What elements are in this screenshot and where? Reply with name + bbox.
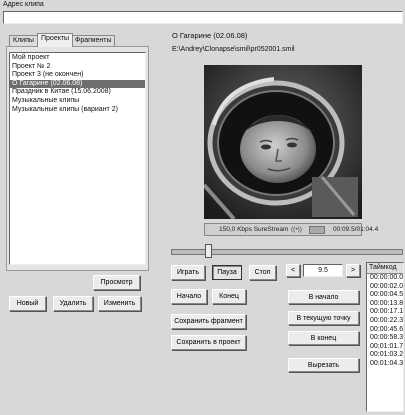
list-item[interactable]: 00:00:22.3 [367,317,403,326]
list-item[interactable]: 00:00:45.6 [367,326,403,335]
video-frame[interactable] [204,65,362,219]
list-item[interactable]: 00:00:17.1 [367,308,403,317]
to-start-button[interactable]: В начало [288,290,359,304]
tab-projects-label: Проекты [41,35,70,42]
tab-fragments-label: Фрагменты [75,37,112,44]
list-item[interactable]: 00:01:01.7 [367,343,403,352]
step-value: 9.5 [318,267,328,274]
list-item[interactable]: 00:00:58.3 [367,334,403,343]
address-input[interactable] [3,11,403,24]
save-fragment-button[interactable]: Сохранить фрагмент [171,314,246,329]
list-item[interactable]: 00:00:02.0 [367,283,403,292]
timecode-list[interactable]: Таймкод 00:00:00.0 00:00:02.0 00:00:04.5… [366,262,404,412]
tab-projects[interactable]: Проекты [37,33,74,47]
edit-button[interactable]: Изменить [98,296,141,311]
list-item[interactable]: 00:01:04.3 [367,360,403,369]
player-status-bar: 150,0 Kbps SureStream ((•)) 00:09.5/01:0… [204,223,378,236]
start-button[interactable]: Начало [171,289,207,304]
delete-button[interactable]: Удалить [53,296,93,311]
projects-list[interactable]: Мой проект Проект № 2 Проект 3 (не оконч… [9,52,146,265]
list-item[interactable]: Музыкальные клипы (вариант 2) [10,106,145,115]
tab-clips[interactable]: Клипы [9,35,38,46]
list-item[interactable]: Проект № 2 [10,63,145,72]
list-item[interactable]: Мой проект [10,54,145,63]
list-item[interactable]: 00:01:03.2 [367,351,403,360]
position-slider-thumb[interactable] [204,244,212,258]
next-step-button[interactable]: > [346,264,360,277]
prev-step-button[interactable]: < [286,264,300,277]
cut-button[interactable]: Вырезать [288,358,359,372]
video-image [204,65,362,219]
address-label: Адрес клипа [3,1,44,8]
stop-button[interactable]: Стоп [249,265,276,280]
time-display: 00:09.5/01:04.4 [333,226,379,233]
list-item[interactable]: Музыкальные клипы [10,97,145,106]
list-item-selected[interactable]: О Гагарине (02.06.08) [10,79,145,89]
pause-button[interactable]: Пауза [212,265,242,280]
list-item[interactable]: 00:00:13.8 [367,300,403,309]
list-item[interactable]: 00:00:00.0 [367,274,403,283]
list-item[interactable]: 00:00:04.5 [367,291,403,300]
to-end-button[interactable]: В конец [288,331,359,345]
clip-title: О Гагарине (02.06.08) [172,31,248,40]
list-item[interactable]: Праздник в Китае (15.06.2008) [10,88,145,97]
timecode-header: Таймкод [367,263,403,274]
step-value-field[interactable]: 9.5 [303,264,343,277]
to-current-button[interactable]: В текущую точку [288,311,359,325]
list-item[interactable]: Проект 3 (не окончен) [10,71,145,80]
tab-clips-label: Клипы [13,37,34,44]
tab-fragments[interactable]: Фрагменты [71,35,116,46]
signal-icon: ((•)) [291,226,302,233]
save-to-project-button[interactable]: Сохранить в проект [171,335,246,350]
end-button[interactable]: Конец [212,289,246,304]
clip-path: E:\Andrey\Clonapse\smil\pr052001.smil [172,46,295,53]
stream-rate: 150,0 Kbps SureStream [219,226,289,233]
new-button[interactable]: Новый [9,296,46,311]
info-icon [309,226,325,234]
play-button[interactable]: Играть [171,265,205,280]
preview-button[interactable]: Просмотр [93,275,140,290]
